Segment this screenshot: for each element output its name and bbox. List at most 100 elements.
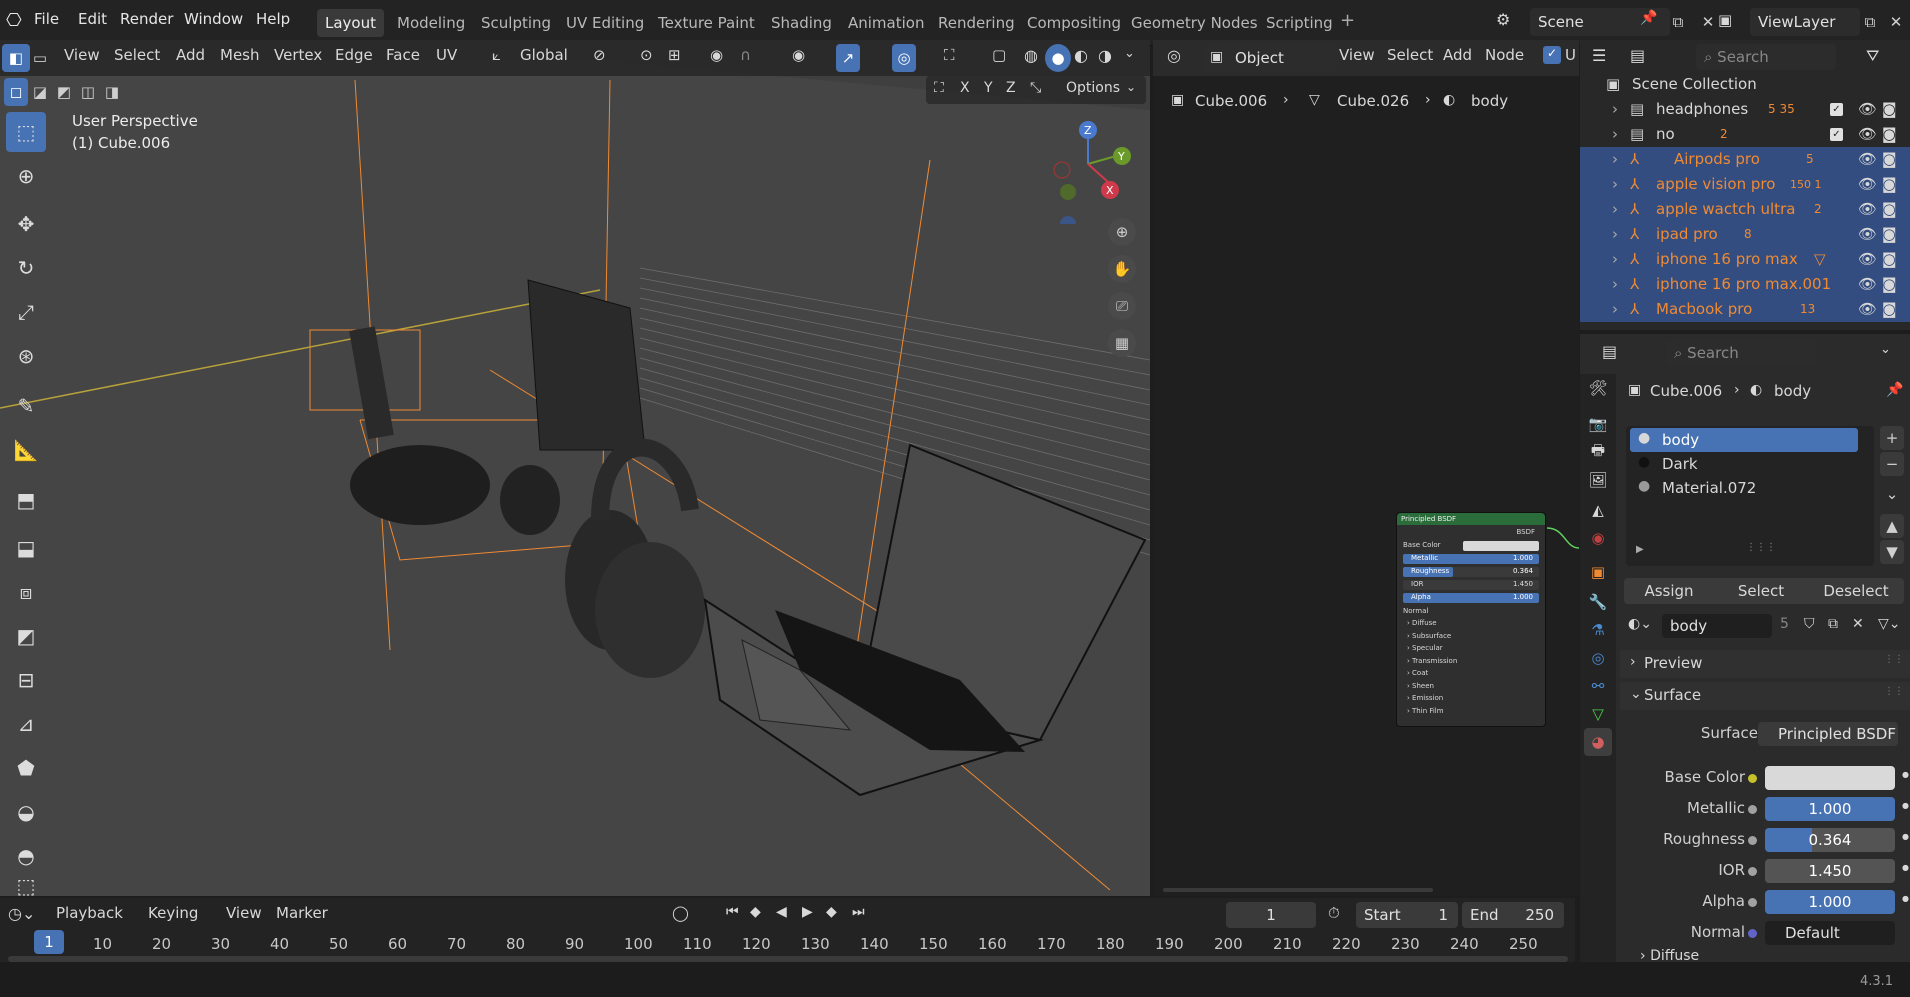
timeline-tick[interactable]: 220 (1332, 935, 1361, 953)
node-field-alpha[interactable]: Alpha 1.000 (1397, 592, 1545, 605)
timeline-tick[interactable]: 30 (211, 935, 230, 953)
auto-keying-icon[interactable]: ◯ (672, 904, 689, 922)
rendered-shading-icon[interactable]: ◑ (1098, 46, 1112, 65)
add-workspace-icon[interactable]: + (1340, 10, 1355, 31)
node-field-metallic[interactable]: Metallic 1.000 (1397, 553, 1545, 566)
timeline-tick[interactable]: 60 (388, 935, 407, 953)
node-field-ior[interactable]: IOR 1.450 (1397, 579, 1545, 592)
select-button[interactable]: Select (1716, 578, 1806, 604)
material-shading-icon[interactable]: ◐ (1074, 46, 1088, 65)
alpha-slider[interactable]: 1.000 (1765, 890, 1895, 914)
camera-icon[interactable]: ◙ (1882, 247, 1897, 272)
menu-window[interactable]: Window (184, 10, 243, 28)
tab-texture-paint[interactable]: Texture Paint (650, 10, 763, 36)
remove-slot-icon[interactable]: − (1880, 452, 1904, 476)
outliner-scene-collection[interactable]: ▣ Scene Collection (1580, 72, 1910, 97)
extrude-tool-icon[interactable]: ⬓ (6, 528, 46, 568)
data-tab-icon[interactable]: ▽ (1584, 700, 1612, 728)
rotate-tool-icon[interactable]: ↻ (6, 248, 46, 288)
toggle-xray-icon[interactable]: ▢ (992, 46, 1006, 64)
breadcrumb-material[interactable]: body (1471, 92, 1508, 110)
breadcrumb-mesh[interactable]: Cube.026 (1337, 92, 1409, 110)
add-cube-tool-icon[interactable]: ⬒ (6, 480, 46, 520)
display-mode-icon[interactable]: ▤ (1630, 46, 1645, 65)
outliner-type-icon[interactable]: ☰ (1592, 46, 1606, 65)
object-type-dropdown[interactable]: Object (1203, 44, 1338, 72)
timeline-tick[interactable]: 90 (565, 935, 584, 953)
node-field-roughness[interactable]: Roughness 0.364 (1397, 566, 1545, 579)
jump-end-icon[interactable]: ⏭ (852, 904, 865, 920)
move-slot-down-icon[interactable]: ▼ (1880, 540, 1904, 564)
constraints-tab-icon[interactable]: ⚯ (1584, 672, 1612, 700)
properties-search-input[interactable]: ⌕ Search (1666, 340, 1816, 366)
render-tab-icon[interactable]: 📷 (1584, 410, 1612, 438)
play-icon[interactable]: ▶ (802, 904, 813, 920)
deselect-button[interactable]: Deselect (1808, 578, 1904, 604)
duplicate-material-icon[interactable]: ⧉ (1828, 616, 1838, 632)
axis-x[interactable]: X (960, 80, 970, 96)
tab-layout[interactable]: Layout (317, 9, 384, 37)
eye-icon[interactable]: 👁 (1858, 197, 1877, 222)
eye-icon[interactable]: 👁 (1858, 147, 1877, 172)
axis-z[interactable]: Z (1006, 80, 1016, 96)
outliner-item-ipad-pro[interactable]: › ⅄ ipad pro 8 👁 ◙ (1580, 222, 1910, 247)
outliner-search-input[interactable]: ⌕ Search (1696, 44, 1836, 70)
orientation-dropdown[interactable]: Global (520, 46, 568, 64)
menu-file[interactable]: File (34, 10, 59, 28)
node-panel-transmission[interactable]: › Transmission (1397, 655, 1545, 668)
slot-item-body[interactable]: ● body (1630, 428, 1858, 452)
timeline-tick[interactable]: 100 (624, 935, 653, 953)
keyframe-dot-icon[interactable]: ● (1902, 894, 1909, 903)
drag-handle-icon[interactable]: ⋮⋮ (1884, 686, 1904, 697)
expand-icon[interactable]: ▶ (1636, 544, 1644, 555)
viewport-menu-select[interactable]: Select (114, 46, 160, 64)
outliner-item-airpods-pro[interactable]: › ⅄ Airpods pro 5 👁 ◙ (1580, 147, 1910, 172)
timeline-tick[interactable]: 20 (152, 935, 171, 953)
tab-modeling[interactable]: Modeling (389, 10, 473, 36)
slot-item-dark[interactable]: ● Dark (1630, 452, 1858, 476)
knife-tool-icon[interactable]: ⊿ (6, 704, 46, 744)
node-panel-thin-film[interactable]: › Thin Film (1397, 705, 1545, 718)
drag-handle-icon[interactable]: ⋮⋮ (1884, 654, 1904, 665)
play-reverse-icon[interactable]: ◀ (776, 904, 787, 920)
overlay-toggle-icon[interactable]: ◎ (892, 44, 916, 72)
select-new-icon[interactable]: ◻ (4, 78, 28, 106)
outliner-item-iphone-16-pro-max-001[interactable]: › ⅄ iphone 16 pro max.001 👁 ◙ (1580, 272, 1910, 297)
measure-tool-icon[interactable]: 📐 (6, 430, 46, 470)
viewport-menu-face[interactable]: Face (386, 46, 420, 64)
view-layer-selector[interactable]: ViewLayer (1750, 8, 1860, 36)
node-menu-view[interactable]: View (1339, 46, 1375, 64)
viewport-menu-mesh[interactable]: Mesh (220, 46, 260, 64)
camera-icon[interactable]: ◙ (1882, 222, 1897, 247)
shrink-tool-icon[interactable]: ⬚ (6, 874, 46, 898)
proportional-edit-icon[interactable]: ◉ (710, 46, 723, 64)
timeline-menu-view[interactable]: View (226, 904, 262, 922)
viewport-menu-add[interactable]: Add (176, 46, 205, 64)
node-field-base-color[interactable]: Base Color (1397, 539, 1545, 553)
menu-render[interactable]: Render (120, 10, 173, 28)
select-intersect-icon[interactable]: ◨ (100, 78, 124, 106)
eye-icon[interactable]: 👁 (1858, 297, 1877, 322)
node-output-bsdf[interactable]: BSDF (1397, 525, 1545, 539)
timeline-tick[interactable]: 200 (1214, 935, 1243, 953)
camera-icon[interactable]: ◙ (1882, 172, 1897, 197)
eye-icon[interactable]: 👁 (1858, 172, 1877, 197)
ior-field[interactable]: 1.450 (1765, 859, 1895, 883)
auto-merge-icon[interactable]: ⤡ (1030, 80, 1041, 96)
slot-item-material-072[interactable]: ● Material.072 (1630, 476, 1858, 500)
node-panel-sheen[interactable]: › Sheen (1397, 680, 1545, 693)
spin-tool-icon[interactable]: ◒ (6, 792, 46, 832)
node-socket-normal[interactable]: Normal (1397, 605, 1545, 617)
solid-shading-icon[interactable]: ● (1045, 44, 1071, 72)
falloff-icon[interactable]: ∩ (740, 46, 751, 64)
viewport-menu-vertex[interactable]: Vertex (274, 46, 322, 64)
timeline-tick[interactable]: 210 (1273, 935, 1302, 953)
move-slot-up-icon[interactable]: ▲ (1880, 514, 1904, 538)
outliner-item-macbook-pro[interactable]: › ⅄ Macbook pro 13 👁 ◙ (1580, 297, 1910, 322)
node-editor-scrollbar[interactable] (1163, 888, 1433, 892)
tab-animation[interactable]: Animation (840, 10, 932, 36)
timeline-tick[interactable]: 40 (270, 935, 289, 953)
jump-start-icon[interactable]: ⏮ (726, 904, 739, 920)
normal-selector[interactable]: Default (1765, 921, 1895, 945)
zoom-icon[interactable]: ⊕ (1108, 218, 1136, 246)
